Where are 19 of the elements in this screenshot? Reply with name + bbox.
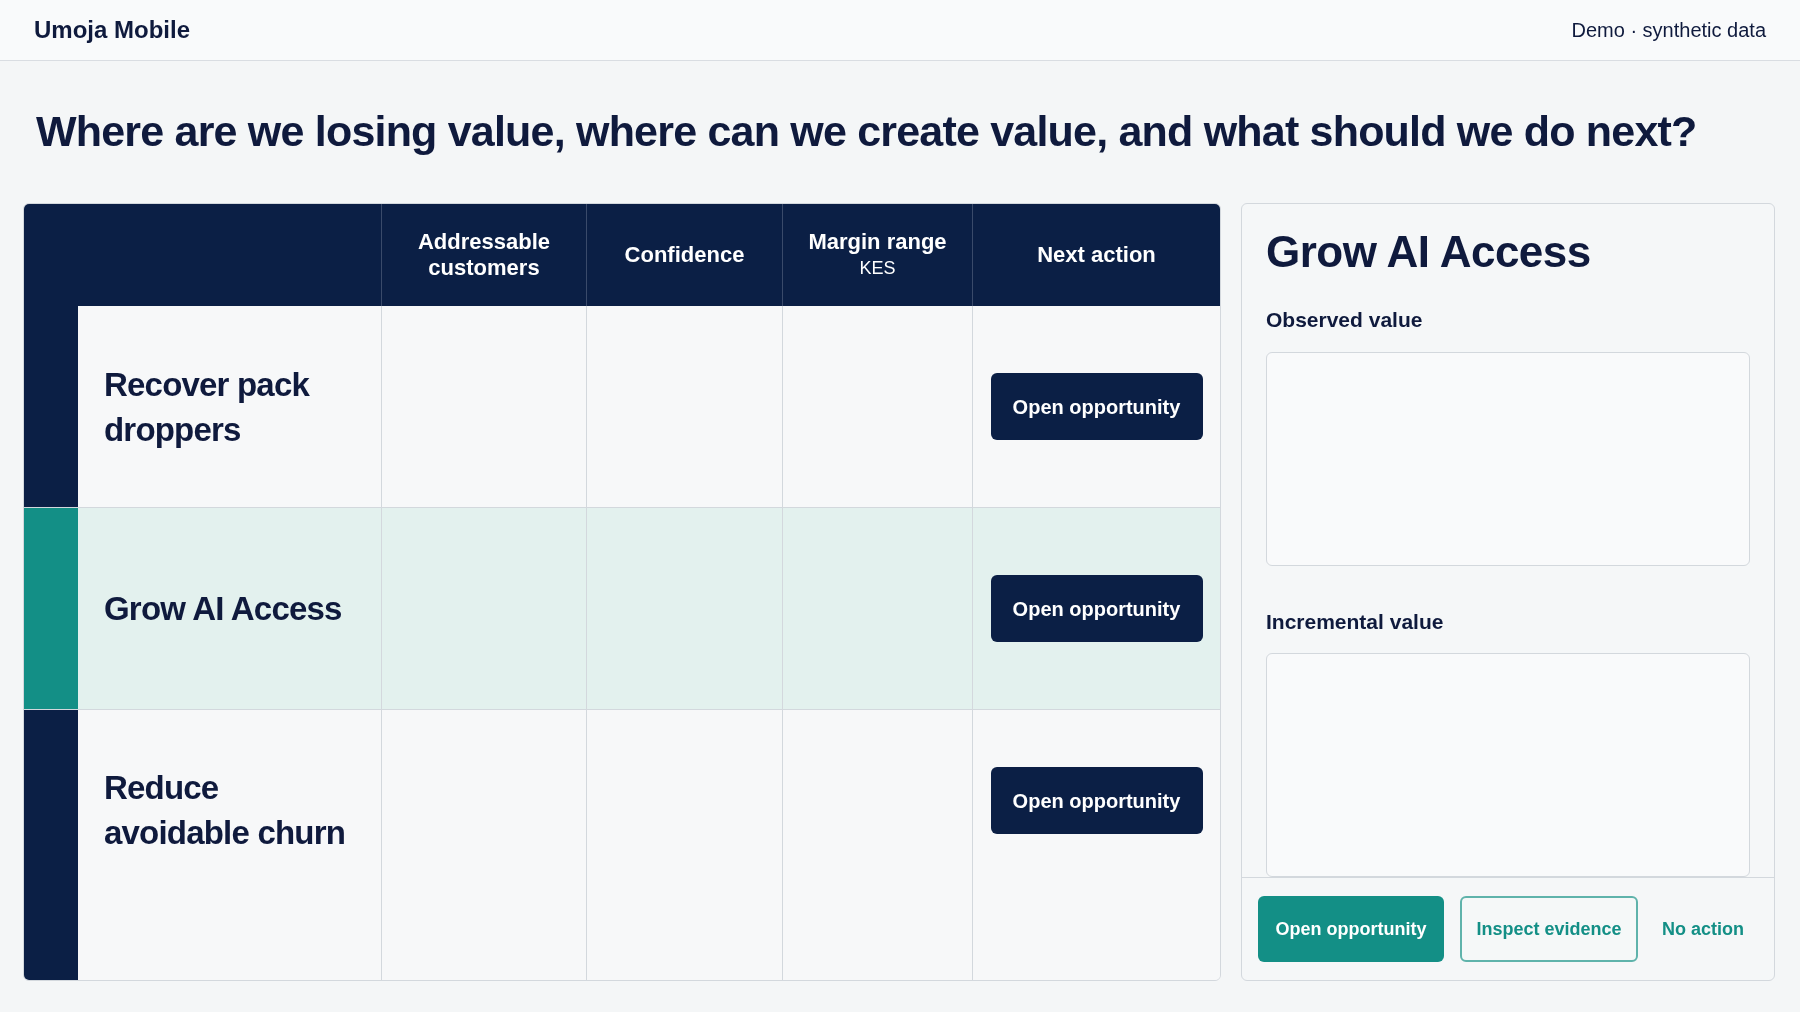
section-label: Observed value <box>1266 307 1424 333</box>
column-header: Next action <box>1036 241 1157 269</box>
table-row[interactable]: Recover pack droppers Open opportunity <box>24 306 1220 508</box>
panel-title: Grow AI Access <box>1266 230 1592 274</box>
row-label: Grow AI Access <box>104 589 342 629</box>
no-action-link[interactable]: No action <box>1654 896 1752 962</box>
table-row[interactable]: Reduce avoidable churn Open opportunity <box>24 710 1220 980</box>
open-opportunity-button[interactable]: Open opportunity <box>990 767 1203 834</box>
demo-note: Demo · synthetic data <box>1571 18 1766 43</box>
inspect-button[interactable]: Inspect evidence <box>1460 896 1638 962</box>
row-label: Reduce avoidable churn <box>104 768 347 853</box>
table-row[interactable]: Grow AI Access Open opportunity <box>24 508 1220 710</box>
primary-button[interactable]: Open opportunity <box>1258 896 1444 962</box>
headline: Where are we losing value, where can we create value, and what should we do next? <box>36 106 1698 157</box>
row-label: Recover pack droppers <box>104 364 311 450</box>
brand-name: Umoja Mobile <box>34 15 190 45</box>
open-opportunity-button[interactable]: Open opportunity <box>990 373 1203 440</box>
open-opportunity-button[interactable]: Open opportunity <box>990 575 1203 642</box>
section-label: Incremental value <box>1266 608 1445 635</box>
